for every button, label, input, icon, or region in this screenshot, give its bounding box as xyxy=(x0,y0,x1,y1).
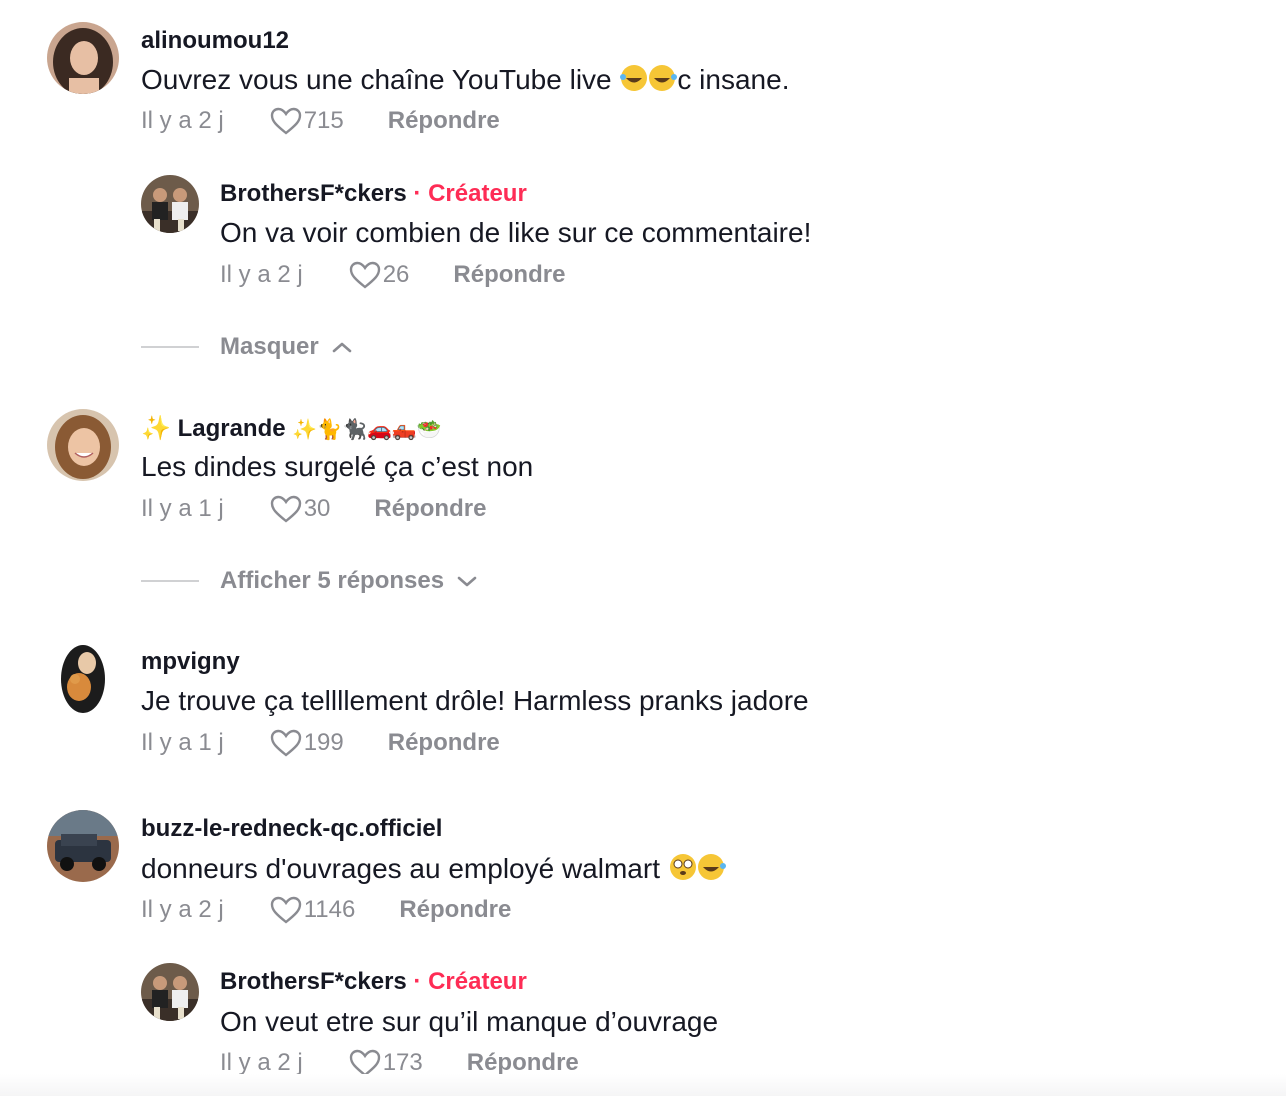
like-button[interactable]: 30 xyxy=(270,494,331,524)
comment-meta: Il y a 2 j 715 Répondre xyxy=(141,106,500,136)
show-replies-button[interactable]: Afficher 5 réponses xyxy=(220,567,478,595)
comment-meta: Il y a 2 j 1146 Répondre xyxy=(141,895,511,925)
comment-text: Les dindes surgelé ça c’est non xyxy=(141,451,534,482)
comment-text-tail: c insane. xyxy=(677,64,790,95)
creator-badge: Créateur xyxy=(428,180,527,207)
reply-username-text: BrothersF*ckers xyxy=(220,968,407,995)
chevron-up-icon xyxy=(332,342,352,353)
comment-text-body: Ouvrez vous une chaîne YouTube live xyxy=(141,64,620,95)
avatar[interactable] xyxy=(47,810,119,882)
reply-time: Il y a 2 j xyxy=(220,261,303,288)
comment-text: Ouvrez vous une chaîne YouTube live c in… xyxy=(141,63,789,100)
like-button[interactable]: 199 xyxy=(270,728,344,758)
reply-button[interactable]: Répondre xyxy=(467,1049,579,1077)
reply-button[interactable]: Répondre xyxy=(374,495,486,523)
heart-outline-icon xyxy=(270,495,301,523)
comment-username[interactable]: alinoumou12 xyxy=(141,27,289,55)
avatar[interactable] xyxy=(47,22,119,94)
flushed-face-emoji-icon xyxy=(668,852,726,889)
reply-button[interactable]: Répondre xyxy=(388,729,500,757)
like-count: 715 xyxy=(303,107,344,134)
creator-badge: Créateur xyxy=(428,968,527,995)
like-count: 26 xyxy=(382,261,410,288)
reply-button[interactable]: Répondre xyxy=(453,261,565,289)
chevron-down-icon xyxy=(457,576,477,587)
heart-outline-icon xyxy=(270,896,301,924)
comment-time: Il y a 2 j xyxy=(141,107,224,134)
show-replies-label: Afficher 5 réponses xyxy=(220,567,445,594)
separator-dot: · xyxy=(413,968,422,995)
like-button[interactable]: 715 xyxy=(270,106,344,136)
heart-outline-icon xyxy=(270,107,301,135)
heart-outline-icon xyxy=(349,261,380,289)
avatar[interactable] xyxy=(141,963,199,1021)
reply-button[interactable]: Répondre xyxy=(399,896,511,924)
reply-username-text: BrothersF*ckers xyxy=(220,180,407,207)
reply-text: On va voir combien de like sur ce commen… xyxy=(220,217,812,248)
reply-text: On veut etre sur qu’il manque d’ouvrage xyxy=(220,1006,719,1037)
comments-panel: alinoumou12 Ouvrez vous une chaîne YouTu… xyxy=(0,0,1286,1096)
comment-time: Il y a 1 j xyxy=(141,495,224,522)
comment-meta: Il y a 1 j 199 Répondre xyxy=(141,728,500,758)
like-count: 1146 xyxy=(303,896,356,923)
reply-username[interactable]: BrothersF*ckers · Créateur xyxy=(220,968,527,996)
comment-username[interactable]: ✨ Lagrande ✨🐈🐈‍⬛🚗🛻🥗 xyxy=(141,414,442,443)
sparkles-icon: ✨ xyxy=(141,415,171,442)
comment-time: Il y a 1 j xyxy=(141,729,224,756)
comment-text: Je trouve ça tellllement drôle! Harmless… xyxy=(141,685,809,716)
hide-replies-button[interactable]: Masquer xyxy=(220,333,353,361)
like-button[interactable]: 1146 xyxy=(270,895,356,925)
comment-username-text: Lagrande xyxy=(177,415,286,442)
reply-button[interactable]: Répondre xyxy=(388,107,500,135)
comment-text-body: donneurs d'ouvrages au employé walmart xyxy=(141,853,668,884)
comment-time: Il y a 2 j xyxy=(141,896,224,923)
username-emojis: ✨🐈🐈‍⬛🚗🛻🥗 xyxy=(292,419,442,441)
avatar[interactable] xyxy=(141,175,199,233)
reply-username[interactable]: BrothersF*ckers · Créateur xyxy=(220,180,527,208)
thread-divider xyxy=(141,346,199,348)
comment-username[interactable]: buzz-le-redneck-qc.officiel xyxy=(141,815,442,843)
like-count: 173 xyxy=(382,1049,423,1076)
like-count: 30 xyxy=(303,495,331,522)
like-button[interactable]: 26 xyxy=(349,260,410,290)
bottom-fade xyxy=(0,1074,1286,1096)
like-count: 199 xyxy=(303,729,344,756)
thread-divider xyxy=(141,580,199,582)
reply-meta: Il y a 2 j 26 Répondre xyxy=(220,260,565,290)
avatar[interactable] xyxy=(47,643,119,715)
tears-of-joy-emoji-icon xyxy=(619,63,678,100)
comment-meta: Il y a 1 j 30 Répondre xyxy=(141,494,486,524)
comment-text: donneurs d'ouvrages au employé walmart xyxy=(141,852,726,889)
hide-replies-label: Masquer xyxy=(220,333,319,360)
comment-username[interactable]: mpvigny xyxy=(141,648,240,676)
separator-dot: · xyxy=(413,180,422,207)
heart-outline-icon xyxy=(270,729,301,757)
avatar[interactable] xyxy=(47,409,119,481)
reply-time: Il y a 2 j xyxy=(220,1049,303,1076)
